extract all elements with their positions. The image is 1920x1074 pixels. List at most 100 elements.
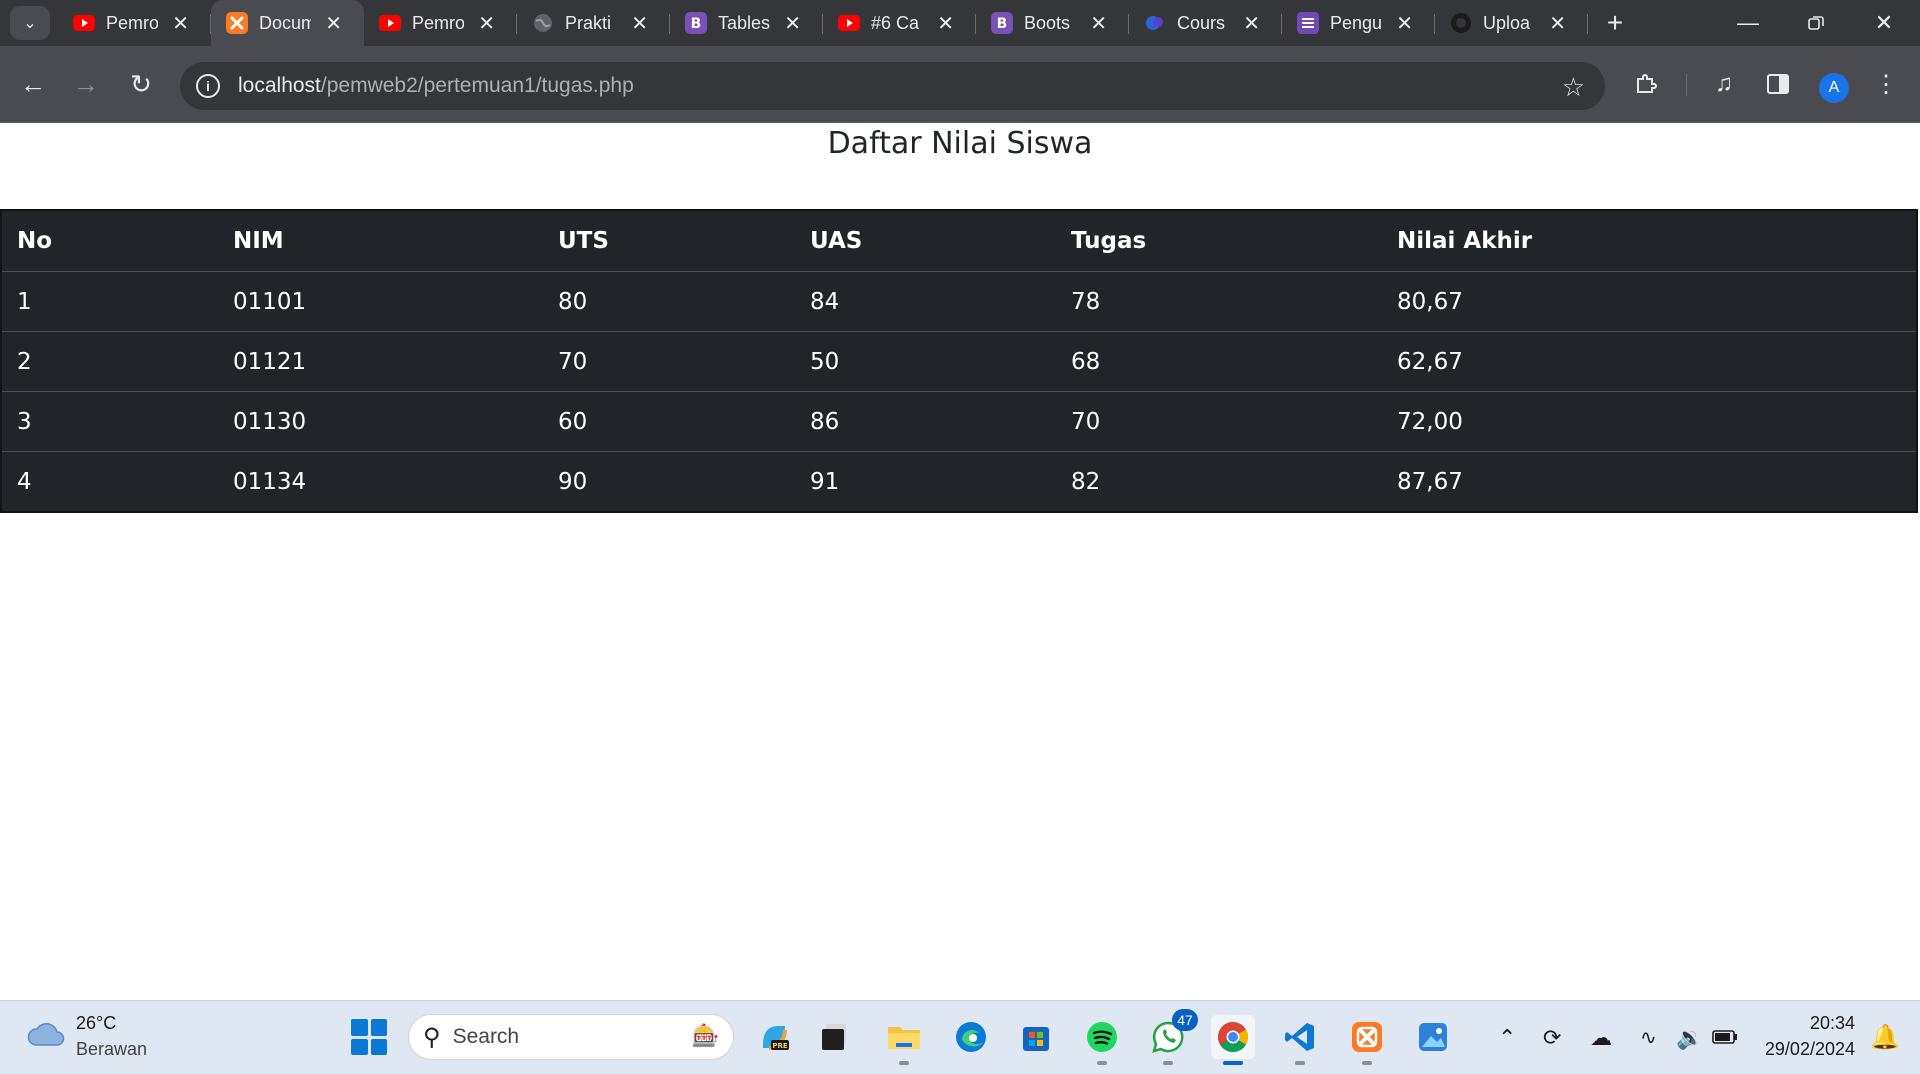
wifi-icon[interactable]: ∿ [1640,1025,1657,1050]
tab-close-icon[interactable]: ✕ [1396,11,1413,36]
table-row: 1 01101 80 84 78 80,67 [1,271,1917,332]
taskbar-app-spotify[interactable] [1080,1015,1124,1065]
course-icon [1143,11,1167,35]
tab-close-icon[interactable]: ✕ [1090,11,1107,36]
taskbar-app-edge[interactable] [949,1015,993,1059]
tab-close-icon[interactable]: ✕ [325,11,342,36]
browser-tab[interactable]: Pemro ✕ [364,0,517,46]
photos-icon [1419,1023,1447,1051]
tab-close-icon[interactable]: ✕ [937,11,954,36]
browser-tab[interactable]: Uploa ✕ [1435,0,1588,46]
new-tab-button[interactable]: + [1598,6,1632,40]
taskbar-app-terminal[interactable] [813,1015,857,1059]
tab-title: Boots [1024,12,1071,33]
volume-icon[interactable]: 🔉 [1676,1025,1703,1051]
cell-tugas: 68 [1056,331,1382,392]
cell-no: 3 [1,391,218,452]
column-header-uas: UAS [795,210,1056,272]
close-icon: ✕ [1874,10,1894,35]
tab-close-icon[interactable]: ✕ [1549,11,1566,36]
taskbar-app-store[interactable] [1014,1015,1058,1059]
reload-button[interactable]: ↻ [123,66,159,102]
forward-button[interactable]: → [68,66,104,102]
taskbar-app-vscode[interactable] [1278,1015,1322,1065]
close-window-button[interactable]: ✕ [1850,0,1918,46]
sync-icon[interactable]: ⟳ [1543,1025,1561,1051]
tab-title: #6 Ca [871,12,920,33]
cell-uts: 70 [543,331,795,392]
youtube-icon [378,11,402,35]
profile-avatar[interactable]: A [1819,73,1849,103]
cell-uas: 91 [810,468,840,495]
cell-tugas: 78 [1056,271,1382,332]
back-button[interactable]: ← [15,66,51,102]
browser-tab[interactable]: Docum ✕ [211,0,364,46]
svg-text:B: B [691,16,702,32]
tab-close-icon[interactable]: ✕ [1243,11,1260,36]
cell-uts: 90 [558,468,588,495]
tab-close-icon[interactable]: ✕ [631,11,648,36]
bookmark-star-icon[interactable]: ☆ [1562,72,1585,103]
cell-uas: 86 [795,391,1056,452]
cloud-icon [27,1023,65,1046]
browser-tab[interactable]: Cours ✕ [1129,0,1282,46]
browser-tab[interactable]: B Tables ✕ [670,0,823,46]
browser-tab[interactable]: Pemro ✕ [58,0,211,46]
windows-taskbar: 26°C Berawan ⚲ Search 🎰 PRE 47 ⌃ ⟳ ☁ ∿ 🔉… [0,1000,1920,1074]
taskbar-app-whatsapp[interactable]: 47 [1146,1009,1198,1065]
tab-title: Pemro [412,12,464,33]
windows-logo-tile [351,1019,368,1036]
reload-icon: ↻ [130,68,152,99]
browser-tab[interactable]: B Boots ✕ [976,0,1129,46]
clock-date[interactable]: 29/02/2024 [1765,1039,1855,1060]
restore-button[interactable] [1782,0,1850,46]
media-control-button[interactable]: ♫ [1706,66,1742,102]
browser-tab[interactable]: Prakti ✕ [517,0,670,46]
copilot-icon: PRE [763,1026,789,1050]
running-indicator [1295,1061,1305,1065]
windows-logo-tile [370,1019,387,1036]
notification-bell-icon[interactable]: 🔔 [1870,1023,1900,1052]
browser-tab[interactable]: Pengu ✕ [1282,0,1435,46]
arrow-right-icon: → [73,68,99,99]
cell-nilai-akhir: 62,67 [1382,331,1917,392]
running-indicator [1223,1061,1243,1065]
taskbar-app-xampp[interactable] [1345,1015,1389,1065]
cell-nim: 01121 [218,331,543,392]
running-indicator [1362,1061,1372,1065]
taskbar-app-file-explorer[interactable] [882,1015,926,1065]
address-bar[interactable]: i localhost/pemweb2/pertemuan1/tugas.php… [180,62,1605,110]
tab-title: Prakti [565,12,612,33]
bootstrap-icon: B [990,11,1014,35]
column-header-no: No [1,210,218,272]
xampp-icon [1352,1022,1382,1052]
battery-icon[interactable] [1712,1025,1738,1051]
table-row: 4 01134 90 91 82 87,67 [1,452,1917,513]
taskbar-search[interactable]: ⚲ Search 🎰 [408,1014,734,1060]
side-panel-button[interactable] [1760,66,1796,102]
tab-close-icon[interactable]: ✕ [478,11,495,36]
cell-no: 1 [1,271,218,332]
minimize-button[interactable]: — [1714,0,1782,46]
url-text[interactable]: localhost/pemweb2/pertemuan1/tugas.php [238,74,634,98]
clock-time[interactable]: 20:34 [1810,1013,1855,1034]
music-queue-icon: ♫ [1715,70,1733,97]
weather-description: Berawan [76,1039,148,1059]
more-vert-icon: ⋮ [1874,70,1898,98]
taskbar-app-photos[interactable] [1411,1015,1455,1059]
tab-close-icon[interactable]: ✕ [784,11,801,36]
taskbar-app-copilot[interactable]: PRE [752,1015,796,1059]
browser-menu-button[interactable]: ⋮ [1868,66,1904,102]
table-header-row: No NIM UTS UAS Tugas Nilai Akhir [1,210,1917,272]
onedrive-icon[interactable]: ☁ [1590,1025,1612,1051]
site-info-icon[interactable]: i [196,74,220,98]
browser-tab[interactable]: #6 Ca ✕ [823,0,976,46]
tab-search-button[interactable]: ⌄ [10,6,50,40]
arrow-left-icon: ← [20,68,46,99]
show-hidden-icons-button[interactable]: ⌃ [1498,1025,1516,1051]
tab-close-icon[interactable]: ✕ [172,11,189,36]
extensions-button[interactable] [1628,66,1664,102]
table-row: 3 01130 60 86 70 72,00 [1,391,1917,452]
taskbar-app-chrome[interactable] [1211,1015,1255,1065]
start-button[interactable] [351,1019,387,1055]
